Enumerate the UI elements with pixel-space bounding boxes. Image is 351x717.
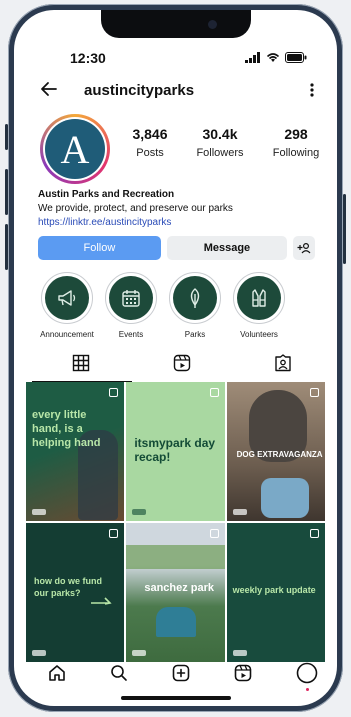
post-logo: [232, 650, 247, 656]
post-tile[interactable]: sanchez park: [126, 523, 225, 662]
posts-stat[interactable]: 3,846 Posts: [120, 126, 180, 159]
status-time: 12:30: [70, 50, 106, 66]
posts-label: Posts: [136, 147, 164, 159]
volume-down-button: [5, 224, 8, 270]
following-label: Following: [272, 147, 320, 159]
following-count: 298: [284, 126, 308, 142]
post-logo: [132, 650, 147, 656]
profile-tabs: [14, 350, 337, 382]
follow-button[interactable]: Follow: [38, 236, 161, 260]
home-indicator: [120, 696, 231, 700]
suggested-accounts-button[interactable]: [293, 236, 315, 260]
post-tile[interactable]: DOG EXTRAVAGANZA: [226, 382, 325, 521]
megaphone-icon: [58, 290, 76, 306]
add-post-icon: [172, 664, 190, 682]
bio-link[interactable]: https://linktr.ee/austincityparks: [38, 216, 321, 230]
leaf-icon: [190, 288, 200, 308]
profile-header: austincityparks: [14, 80, 337, 102]
highlight-label: Announcement: [40, 330, 94, 339]
highlight-label: Parks: [184, 330, 206, 339]
post-caption-overlay: DOG EXTRAVAGANZA: [236, 450, 323, 459]
reels-icon: [234, 664, 252, 682]
highlight-label: Events: [118, 330, 144, 339]
power-button: [343, 194, 346, 264]
followers-stat[interactable]: 30.4k Followers: [190, 126, 250, 159]
calendar-icon: [122, 290, 140, 307]
status-bar: 12:30: [14, 50, 337, 66]
profile-actions: Follow Message: [38, 236, 315, 260]
following-stat[interactable]: 298 Following: [266, 126, 326, 159]
avatar: A: [45, 119, 105, 179]
highlight-events[interactable]: Events: [96, 272, 166, 339]
mute-switch: [5, 124, 8, 150]
post-logo: [32, 509, 46, 515]
instagram-profile-screen: 12:30 austincityparks A 3,846 Posts 30.4…: [14, 10, 337, 706]
post-tile[interactable]: how do we fund our parks?: [26, 523, 125, 662]
story-highlights: Announcement Events Parks Volunteers: [32, 272, 319, 342]
post-caption-overlay: every little hand, is a helping hand: [32, 409, 101, 449]
post-caption-overlay: itsmypark day recap!: [134, 436, 216, 464]
add-user-icon: [297, 242, 311, 254]
home-tab[interactable]: [46, 662, 68, 684]
post-logo: [132, 509, 147, 515]
profile-avatar-icon: [296, 662, 318, 684]
followers-count: 30.4k: [202, 126, 238, 142]
avatar-logo-letter: A: [60, 126, 90, 172]
post-caption-overlay: weekly park update: [232, 585, 316, 595]
carousel-icon: [109, 529, 119, 538]
create-tab[interactable]: [170, 662, 192, 684]
bio-text: We provide, protect, and preserve our pa…: [38, 203, 233, 214]
profile-avatar[interactable]: A: [40, 114, 110, 184]
bottom-navigation: [14, 658, 337, 692]
profile-tab[interactable]: [296, 662, 318, 684]
arrow-graphic-icon: [91, 597, 112, 605]
reels-tab-icon[interactable]: [173, 354, 191, 372]
post-logo: [32, 650, 46, 656]
carousel-icon: [310, 388, 319, 397]
followers-label: Followers: [196, 147, 244, 159]
highlight-parks[interactable]: Parks: [160, 272, 230, 339]
post-caption-overlay: sanchez park: [144, 582, 215, 594]
carousel-icon: [310, 529, 319, 538]
profile-bio: Austin Parks and Recreation We provide, …: [38, 188, 321, 230]
notch: [100, 10, 251, 38]
more-options-icon[interactable]: [309, 82, 315, 98]
cellular-signal-icon: [245, 52, 260, 63]
posts-count: 3,846: [132, 126, 168, 142]
back-arrow-icon[interactable]: [40, 80, 58, 98]
battery-icon: [285, 52, 307, 63]
grid-tab-icon[interactable]: [72, 354, 90, 372]
vest-icon: [252, 289, 266, 307]
highlight-announcement[interactable]: Announcement: [32, 272, 102, 339]
carousel-icon: [109, 388, 119, 397]
phone-frame: 12:30 austincityparks A 3,846 Posts 30.4…: [5, 4, 346, 712]
highlight-volunteers[interactable]: Volunteers: [224, 272, 294, 339]
highlight-label: Volunteers: [240, 330, 278, 339]
profile-display-name: Austin Parks and Recreation: [38, 189, 175, 200]
post-logo: [232, 509, 247, 515]
search-icon: [111, 665, 127, 681]
profile-username: austincityparks: [84, 82, 195, 99]
search-tab[interactable]: [108, 662, 130, 684]
tagged-tab-icon[interactable]: [274, 354, 292, 372]
home-icon: [49, 665, 65, 681]
post-tile[interactable]: every little hand, is a helping hand: [26, 382, 125, 521]
volume-up-button: [5, 169, 8, 215]
post-tile[interactable]: weekly park update: [226, 523, 325, 662]
message-button[interactable]: Message: [166, 236, 287, 260]
posts-grid: every little hand, is a helping hand its…: [26, 382, 325, 662]
notification-dot: [306, 688, 309, 691]
wifi-icon: [266, 53, 280, 62]
carousel-icon: [209, 529, 219, 538]
post-tile[interactable]: itsmypark day recap!: [126, 382, 225, 521]
front-camera: [207, 20, 217, 29]
reels-nav-tab[interactable]: [232, 662, 254, 684]
carousel-icon: [209, 388, 219, 397]
